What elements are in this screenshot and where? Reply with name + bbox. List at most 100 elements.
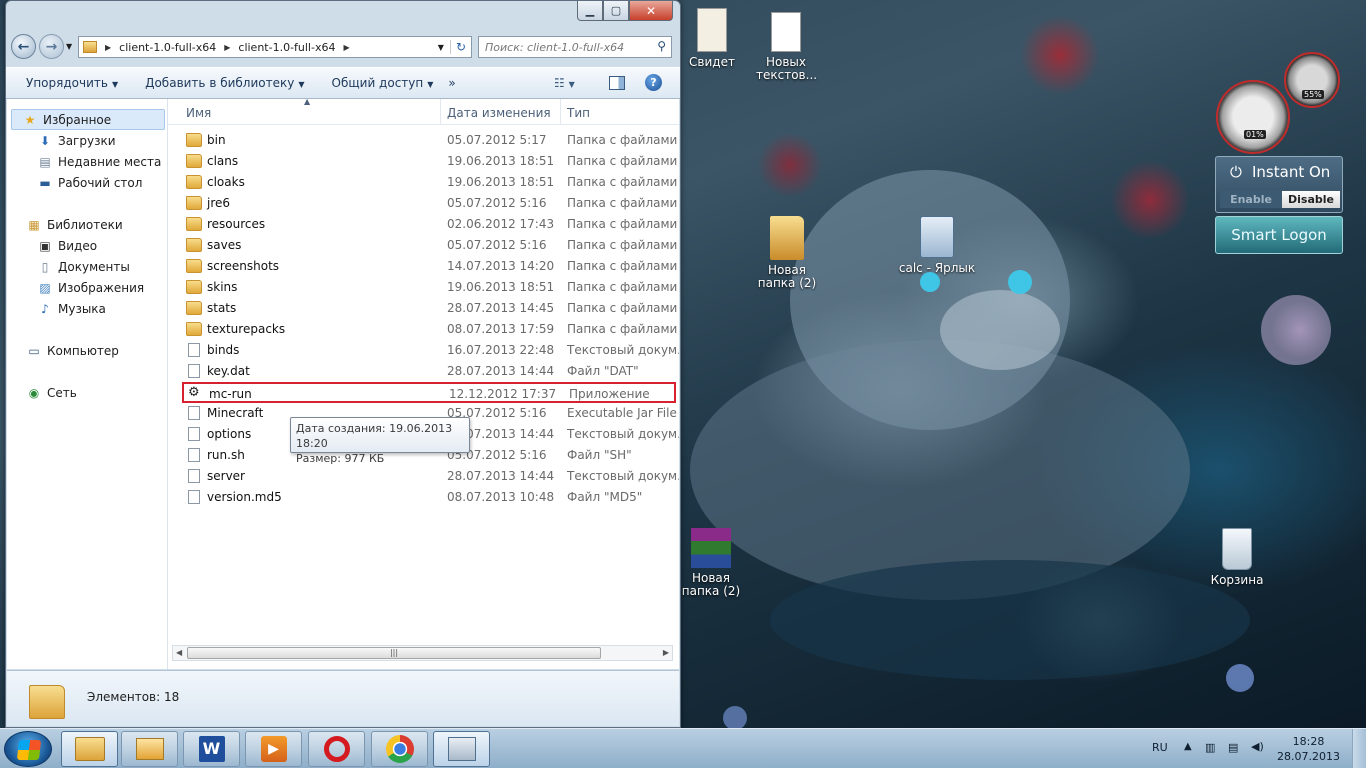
nav-video[interactable]: ▣ Видео: [37, 235, 97, 256]
taskbar-media[interactable]: ▶: [245, 731, 302, 767]
file-row[interactable]: binds 16.07.2013 22:48 Текстовый докум...: [182, 340, 679, 361]
start-button[interactable]: [4, 731, 52, 767]
tray-device-icon[interactable]: ▥: [1205, 741, 1215, 754]
nav-downloads[interactable]: ⬇ Загрузки: [37, 130, 116, 151]
clock[interactable]: 18:28 28.07.2013: [1277, 734, 1340, 764]
file-row[interactable]: texturepacks 08.07.2013 17:59 Папка с файл…: [182, 319, 677, 340]
scroll-left-icon[interactable]: ◀: [176, 648, 182, 657]
nav-computer[interactable]: ▭ Компьютер: [26, 340, 119, 361]
file-type: Приложение: [569, 387, 650, 401]
file-row[interactable]: ⚙ mc-run 12.12.2012 17:37 Приложение: [182, 382, 676, 403]
file-row[interactable]: resources 02.06.2012 17:43 Папка с файлами: [182, 214, 677, 235]
file-date: 28.07.2013 14:44: [447, 469, 555, 483]
nav-libraries[interactable]: ▦ Библиотеки: [26, 214, 123, 235]
share-button[interactable]: Общий доступ ▼: [320, 76, 449, 90]
address-bar[interactable]: ▶ client-1.0-full-x64 ▶ client-1.0-full-…: [78, 36, 472, 58]
file-type: Папка с файлами: [567, 301, 678, 315]
tray-network-icon[interactable]: ▤: [1228, 741, 1238, 754]
column-date[interactable]: Дата изменения: [447, 106, 551, 120]
search-input[interactable]: Поиск: client-1.0-full-x64 ⚲: [478, 36, 672, 58]
desktop-icon-calc-shortcut[interactable]: calc - Ярлык: [892, 216, 982, 275]
cpu-gauge: 01%: [1216, 80, 1290, 154]
tray-volume-icon[interactable]: ◀): [1251, 740, 1264, 753]
nav-desktop[interactable]: ▬ Рабочий стол: [37, 172, 142, 193]
file-row[interactable]: version.md5 08.07.2013 10:48 Файл "MD5": [182, 487, 676, 508]
more-commands-button[interactable]: »: [448, 76, 470, 90]
chevron-right-icon[interactable]: ▶: [341, 43, 351, 52]
chevron-right-icon[interactable]: ▶: [222, 43, 232, 52]
nav-images[interactable]: ▨ Изображения: [37, 277, 144, 298]
add-to-library-button[interactable]: Добавить в библиотеку ▼: [133, 76, 319, 90]
file-row[interactable]: skins 19.06.2013 18:51 Папка с файлами: [182, 277, 677, 298]
show-desktop-button[interactable]: [1352, 729, 1366, 768]
scroll-thumb[interactable]: |||: [187, 647, 601, 659]
organize-label: Упорядочить: [26, 76, 108, 90]
file-row[interactable]: jre6 05.07.2012 5:16 Папка с файлами: [182, 193, 677, 214]
navigation-bar: ← → ▼ ▶ client-1.0-full-x64 ▶ client-1.0…: [6, 30, 680, 64]
file-row[interactable]: cloaks 19.06.2013 18:51 Папка с файлами: [182, 172, 677, 193]
file-row[interactable]: clans 19.06.2013 18:51 Папка с файлами: [182, 151, 677, 172]
taskbar-paint[interactable]: [433, 731, 490, 767]
nav-music[interactable]: ♪ Музыка: [37, 298, 106, 319]
taskbar-chrome[interactable]: [371, 731, 428, 767]
nav-label: Недавние места: [58, 154, 162, 169]
nav-network[interactable]: ◉ Сеть: [26, 382, 77, 403]
column-name[interactable]: Имя: [186, 106, 211, 120]
maximize-button[interactable]: ▢: [603, 1, 629, 21]
taskbar-app2[interactable]: [121, 731, 178, 767]
taskbar-explorer[interactable]: [61, 731, 118, 767]
file-date: 28.07.2013 14:45: [447, 301, 555, 315]
share-label: Общий доступ: [331, 76, 424, 90]
preview-pane-icon[interactable]: [609, 76, 625, 90]
organize-button[interactable]: Упорядочить ▼: [6, 76, 133, 90]
scroll-right-icon[interactable]: ▶: [663, 648, 669, 657]
horizontal-scrollbar[interactable]: ◀ ||| ▶: [172, 645, 673, 661]
file-row[interactable]: server 28.07.2013 14:44 Текстовый докум...: [182, 466, 679, 487]
desktop-icon-folder[interactable]: Новая папка (2): [742, 216, 832, 290]
document-icon: [188, 490, 200, 504]
chevron-right-icon[interactable]: ▶: [103, 43, 113, 52]
cpu-meter-gadget[interactable]: 01% 55%: [1216, 52, 1342, 154]
breadcrumb[interactable]: client-1.0-full-x64: [232, 41, 341, 54]
file-row[interactable]: stats 28.07.2013 14:45 Папка с файлами: [182, 298, 678, 319]
enable-button[interactable]: Enable: [1220, 191, 1282, 208]
file-row[interactable]: bin 05.07.2012 5:17 Папка с файлами: [182, 130, 677, 151]
video-icon: ▣: [39, 238, 51, 253]
tray-expand-icon[interactable]: ▲: [1184, 741, 1192, 752]
desktop-icon-new-text[interactable]: Новых текстов...: [742, 12, 830, 82]
language-indicator[interactable]: RU: [1152, 741, 1168, 754]
refresh-icon[interactable]: ↻: [449, 40, 471, 54]
nav-label: Библиотеки: [47, 217, 123, 232]
taskbar-word[interactable]: W: [183, 731, 240, 767]
nav-documents[interactable]: ▯ Документы: [37, 256, 130, 277]
forward-button[interactable]: →: [39, 34, 64, 59]
minimize-button[interactable]: ▁: [577, 1, 603, 21]
file-row[interactable]: key.dat 28.07.2013 14:44 Файл "DAT": [182, 361, 676, 382]
close-button[interactable]: ✕: [629, 1, 673, 21]
column-type[interactable]: Тип: [567, 106, 590, 120]
address-dropdown-icon[interactable]: ▼: [432, 43, 450, 52]
file-row[interactable]: screenshots 14.07.2013 14:20 Папка с файла…: [182, 256, 677, 277]
column-headers: Имя ▲ Дата изменения Тип: [168, 99, 679, 125]
help-icon[interactable]: ?: [645, 74, 662, 91]
taskbar-opera[interactable]: [308, 731, 365, 767]
document-icon: [188, 364, 200, 378]
history-dropdown-icon[interactable]: ▼: [66, 42, 72, 51]
nav-recent[interactable]: ▤ Недавние места: [37, 151, 161, 172]
chevron-down-icon: ▼: [111, 80, 119, 89]
view-options-icon[interactable]: ☷ ▼: [554, 76, 575, 90]
disable-button[interactable]: Disable: [1282, 191, 1340, 208]
command-bar: Упорядочить ▼ Добавить в библиотеку ▼ Общи…: [6, 67, 680, 99]
desktop-icon: ▬: [39, 175, 51, 190]
smart-logon-button[interactable]: Smart Logon: [1215, 216, 1343, 254]
documents-icon: ▯: [41, 259, 49, 274]
file-date: 02.06.2012 17:43: [447, 217, 555, 231]
back-button[interactable]: ←: [11, 34, 36, 59]
breadcrumb[interactable]: client-1.0-full-x64: [113, 41, 222, 54]
file-row[interactable]: saves 05.07.2012 5:16 Папка с файлами: [182, 235, 677, 256]
nav-label: Компьютер: [47, 343, 119, 358]
desktop-icon-recycle-bin[interactable]: Корзина: [1192, 528, 1282, 587]
images-icon: ▨: [39, 280, 51, 295]
nav-favorites[interactable]: ★ Избранное: [11, 109, 165, 130]
search-icon[interactable]: ⚲: [657, 39, 666, 53]
